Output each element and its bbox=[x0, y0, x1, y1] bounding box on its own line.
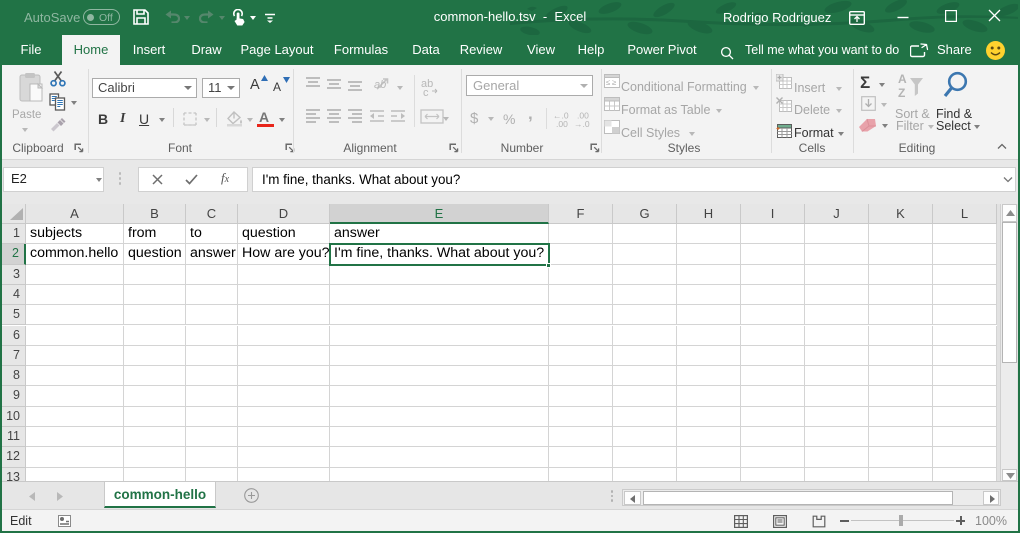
svg-text:A: A bbox=[898, 72, 907, 86]
svg-text:.00: .00 bbox=[556, 119, 568, 127]
svg-text:ab: ab bbox=[374, 79, 386, 91]
svg-text:→.0: →.0 bbox=[574, 119, 590, 127]
svg-text:Z: Z bbox=[898, 86, 905, 100]
svg-text:≥: ≥ bbox=[612, 78, 617, 87]
svg-text:≤: ≤ bbox=[606, 78, 611, 87]
svg-text:c: c bbox=[423, 87, 429, 99]
